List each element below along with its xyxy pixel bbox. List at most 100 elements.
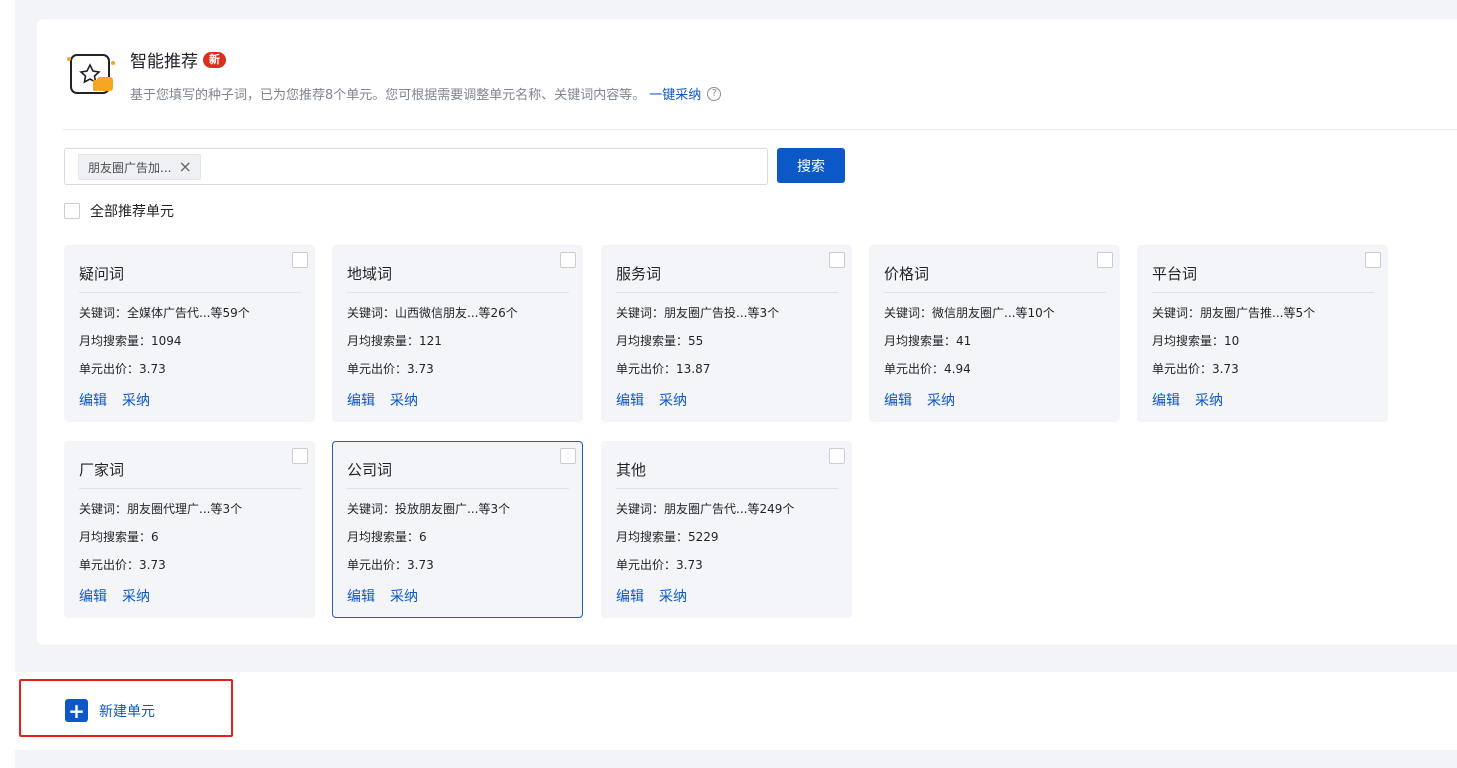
card-search-volume: 月均搜索量：6 — [79, 530, 159, 544]
card-bid: 单元出价：4.94 — [884, 362, 971, 376]
card-bid: 单元出价：3.73 — [79, 558, 166, 572]
seed-word-tag: 朋友圈广告加... × — [78, 154, 201, 180]
edit-link[interactable]: 编辑 — [79, 586, 107, 606]
card-divider — [884, 292, 1106, 293]
unit-card[interactable]: 疑问词 关键词：全媒体广告代...等59个 月均搜索量：1094 单元出价：3.… — [64, 245, 315, 422]
card-keywords: 关键词：朋友圈广告代...等249个 — [616, 502, 795, 516]
card-actions: 编辑 采纳 — [347, 586, 433, 606]
left-strip — [0, 0, 15, 768]
card-divider — [347, 292, 569, 293]
card-divider — [1152, 292, 1374, 293]
unit-card[interactable]: 地域词 关键词：山西微信朋友...等26个 月均搜索量：121 单元出价：3.7… — [332, 245, 583, 422]
card-keywords: 关键词：朋友圈代理广...等3个 — [79, 502, 243, 516]
keyword-search-input[interactable]: 朋友圈广告加... × — [64, 148, 768, 185]
select-all-row[interactable]: 全部推荐单元 — [64, 201, 174, 221]
panel-description: 基于您填写的种子词，已为您推荐8个单元。您可根据需要调整单元名称、关键词内容等。… — [130, 84, 722, 103]
card-title: 公司词 — [347, 461, 393, 479]
card-divider — [347, 488, 569, 489]
unit-card[interactable]: 服务词 关键词：朋友圈广告投...等3个 月均搜索量：55 单元出价：13.87… — [601, 245, 852, 422]
card-search-volume: 月均搜索量：1094 — [79, 334, 182, 348]
card-title: 平台词 — [1152, 265, 1198, 283]
card-bid: 单元出价：3.73 — [347, 362, 434, 376]
adopt-link[interactable]: 采纳 — [1195, 390, 1223, 410]
adopt-link[interactable]: 采纳 — [122, 586, 150, 606]
card-search-volume: 月均搜索量：10 — [1152, 334, 1240, 348]
card-keywords: 关键词：朋友圈广告推...等5个 — [1152, 306, 1316, 320]
card-keywords: 关键词：朋友圈广告投...等3个 — [616, 306, 780, 320]
new-unit-button[interactable]: + 新建单元 — [65, 699, 155, 722]
card-divider — [79, 292, 301, 293]
card-actions: 编辑 采纳 — [884, 390, 970, 410]
card-checkbox[interactable] — [292, 448, 308, 464]
adopt-link[interactable]: 采纳 — [390, 586, 418, 606]
card-actions: 编辑 采纳 — [79, 390, 165, 410]
close-icon[interactable]: × — [178, 159, 191, 175]
card-bid: 单元出价：3.73 — [79, 362, 166, 376]
header-divider — [63, 129, 1457, 130]
card-keywords: 关键词：全媒体广告代...等59个 — [79, 306, 250, 320]
adopt-link[interactable]: 采纳 — [927, 390, 955, 410]
smart-recommend-panel: 智能推荐 新 基于您填写的种子词，已为您推荐8个单元。您可根据需要调整单元名称、… — [37, 19, 1457, 645]
select-all-label: 全部推荐单元 — [90, 204, 174, 220]
card-search-volume: 月均搜索量：6 — [347, 530, 427, 544]
new-badge: 新 — [203, 51, 226, 68]
card-bid: 单元出价：13.87 — [616, 362, 711, 376]
unit-card[interactable]: 厂家词 关键词：朋友圈代理广...等3个 月均搜索量：6 单元出价：3.73 编… — [64, 441, 315, 618]
card-actions: 编辑 采纳 — [347, 390, 433, 410]
card-title: 疑问词 — [79, 265, 125, 283]
card-title: 地域词 — [347, 265, 393, 283]
edit-link[interactable]: 编辑 — [347, 390, 375, 410]
card-keywords: 关键词：投放朋友圈广...等3个 — [347, 502, 511, 516]
edit-link[interactable]: 编辑 — [347, 586, 375, 606]
card-title: 价格词 — [884, 265, 930, 283]
card-search-volume: 月均搜索量：41 — [884, 334, 972, 348]
adopt-link[interactable]: 采纳 — [659, 586, 687, 606]
card-search-volume: 月均搜索量：5229 — [616, 530, 719, 544]
unit-card[interactable]: 公司词 关键词：投放朋友圈广...等3个 月均搜索量：6 单元出价：3.73 编… — [332, 441, 583, 618]
card-checkbox[interactable] — [560, 448, 576, 464]
edit-link[interactable]: 编辑 — [616, 390, 644, 410]
adopt-link[interactable]: 采纳 — [122, 390, 150, 410]
card-search-volume: 月均搜索量：55 — [616, 334, 704, 348]
unit-card[interactable]: 其他 关键词：朋友圈广告代...等249个 月均搜索量：5229 单元出价：3.… — [601, 441, 852, 618]
card-checkbox[interactable] — [1365, 252, 1381, 268]
card-keywords: 关键词：山西微信朋友...等26个 — [347, 306, 518, 320]
unit-card[interactable]: 平台词 关键词：朋友圈广告推...等5个 月均搜索量：10 单元出价：3.73 … — [1137, 245, 1388, 422]
panel-title: 智能推荐 — [130, 52, 198, 72]
edit-link[interactable]: 编辑 — [616, 586, 644, 606]
card-actions: 编辑 采纳 — [616, 390, 702, 410]
card-title: 服务词 — [616, 265, 662, 283]
card-keywords: 关键词：微信朋友圈广...等10个 — [884, 306, 1055, 320]
card-checkbox[interactable] — [829, 448, 845, 464]
search-button[interactable]: 搜索 — [777, 148, 845, 183]
plus-icon: + — [65, 699, 88, 722]
card-actions: 编辑 采纳 — [1152, 390, 1238, 410]
card-checkbox[interactable] — [1097, 252, 1113, 268]
card-divider — [616, 488, 838, 489]
card-bid: 单元出价：3.73 — [616, 558, 703, 572]
new-unit-label: 新建单元 — [99, 703, 155, 720]
select-all-checkbox[interactable] — [64, 203, 80, 219]
card-checkbox[interactable] — [292, 252, 308, 268]
edit-link[interactable]: 编辑 — [1152, 390, 1180, 410]
card-checkbox[interactable] — [829, 252, 845, 268]
unit-card[interactable]: 价格词 关键词：微信朋友圈广...等10个 月均搜索量：41 单元出价：4.94… — [869, 245, 1120, 422]
card-search-volume: 月均搜索量：121 — [347, 334, 442, 348]
adopt-link[interactable]: 采纳 — [659, 390, 687, 410]
card-divider — [616, 292, 838, 293]
adopt-link[interactable]: 采纳 — [390, 390, 418, 410]
title-row: 智能推荐 新 — [130, 47, 226, 72]
edit-link[interactable]: 编辑 — [79, 390, 107, 410]
card-bid: 单元出价：3.73 — [347, 558, 434, 572]
card-divider — [79, 488, 301, 489]
edit-link[interactable]: 编辑 — [884, 390, 912, 410]
card-bid: 单元出价：3.73 — [1152, 362, 1239, 376]
question-circle-icon[interactable]: ? — [707, 86, 722, 101]
recommend-star-thumb-icon — [67, 54, 115, 94]
adopt-all-link[interactable]: 一键采纳 — [649, 84, 701, 103]
card-checkbox[interactable] — [560, 252, 576, 268]
seed-word-tag-label: 朋友圈广告加... — [88, 160, 172, 175]
description-text: 基于您填写的种子词，已为您推荐8个单元。您可根据需要调整单元名称、关键词内容等。 — [130, 88, 646, 103]
recommend-header: 智能推荐 新 基于您填写的种子词，已为您推荐8个单元。您可根据需要调整单元名称、… — [63, 47, 963, 107]
card-title: 其他 — [616, 461, 647, 479]
